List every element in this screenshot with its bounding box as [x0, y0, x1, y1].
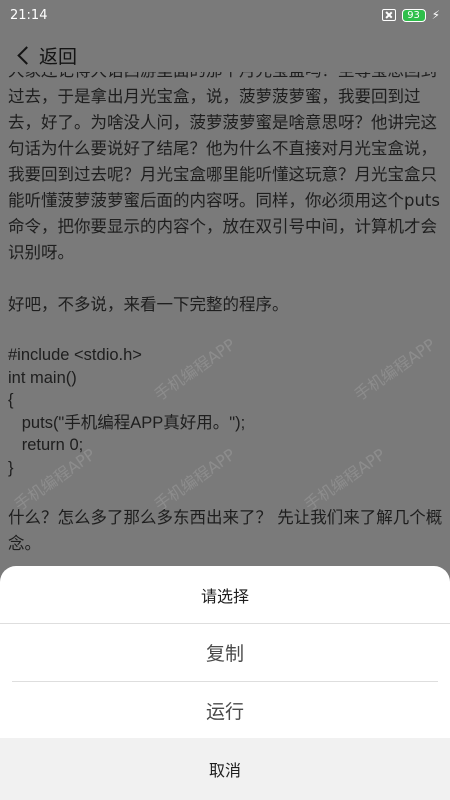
cancel-button[interactable]: 取消 — [0, 738, 450, 800]
article-paragraph: 大家还记得大话西游里面的那个月光宝盒吗？至尊宝想回到过去，于是拿出月光宝盒，说，… — [8, 72, 440, 262]
sheet-title: 请选择 — [0, 566, 450, 624]
status-bar: 21:14 93 ⚡ — [0, 0, 450, 30]
status-icons: 93 ⚡ — [381, 8, 440, 22]
article-paragraph: 好吧，不多说，来看一下完整的程序。 — [8, 295, 289, 314]
no-sim-icon — [381, 9, 396, 21]
status-time: 21:14 — [10, 7, 48, 23]
article-content: 大家还记得大话西游里面的那个月光宝盒吗？至尊宝想回到过去，于是拿出月光宝盒，说，… — [8, 72, 444, 564]
run-option[interactable]: 运行 — [12, 682, 438, 739]
action-sheet: 请选择 复制 运行 取消 — [0, 566, 450, 800]
article-paragraph: 什么？怎么多了那么多东西出来了？ 先让我们来了解几个概念。 — [8, 508, 443, 553]
charging-bolt-icon: ⚡ — [431, 8, 440, 22]
copy-option[interactable]: 复制 — [12, 624, 438, 682]
back-label: 返回 — [39, 45, 78, 68]
battery-icon: 93 — [401, 8, 426, 22]
chevron-left-icon — [17, 45, 36, 65]
battery-level: 93 — [407, 9, 420, 21]
